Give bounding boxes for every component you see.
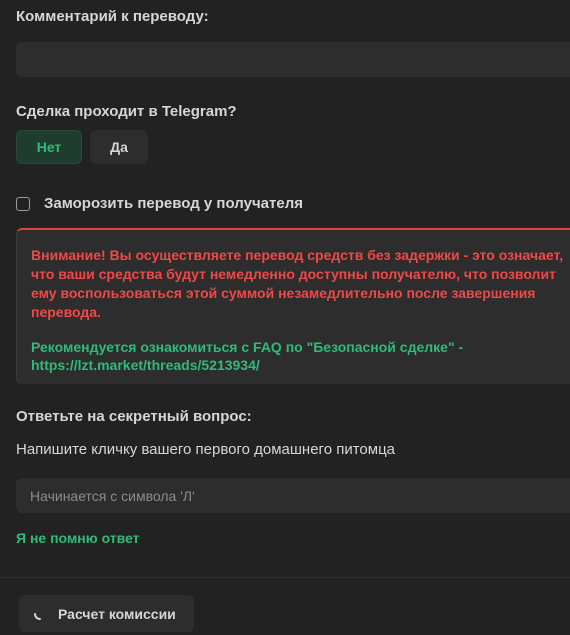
warning-box: Внимание! Вы осуществляете перевод средс… xyxy=(16,228,570,384)
comment-input[interactable] xyxy=(16,42,570,77)
commission-button-label: Расчет комиссии xyxy=(58,605,176,622)
freeze-transfer-option[interactable]: Заморозить перевод у получателя xyxy=(16,195,303,212)
secret-answer-input[interactable] xyxy=(16,478,570,513)
divider xyxy=(0,577,570,578)
transfer-form: Комментарий к переводу: Сделка проходит … xyxy=(0,0,570,635)
freeze-checkbox[interactable] xyxy=(16,196,30,211)
commission-button[interactable]: Расчет комиссии xyxy=(19,595,194,632)
telegram-question-label: Сделка проходит в Telegram? xyxy=(16,103,237,120)
forgot-answer-link[interactable]: Я не помню ответ xyxy=(16,530,140,546)
secret-question-label: Ответьте на секретный вопрос: xyxy=(16,408,252,425)
freeze-checkbox-label: Заморозить перевод у получателя xyxy=(44,195,303,212)
comment-label: Комментарий к переводу: xyxy=(16,8,209,25)
spinner-icon xyxy=(33,607,47,621)
telegram-no-button[interactable]: Нет xyxy=(16,130,82,164)
faq-link[interactable]: Рекомендуется ознакомиться с FAQ по "Без… xyxy=(31,338,570,374)
warning-text: Внимание! Вы осуществляете перевод средс… xyxy=(31,247,564,320)
telegram-yes-button[interactable]: Да xyxy=(90,130,148,164)
secret-question-text: Напишите кличку вашего первого домашнего… xyxy=(16,441,395,458)
